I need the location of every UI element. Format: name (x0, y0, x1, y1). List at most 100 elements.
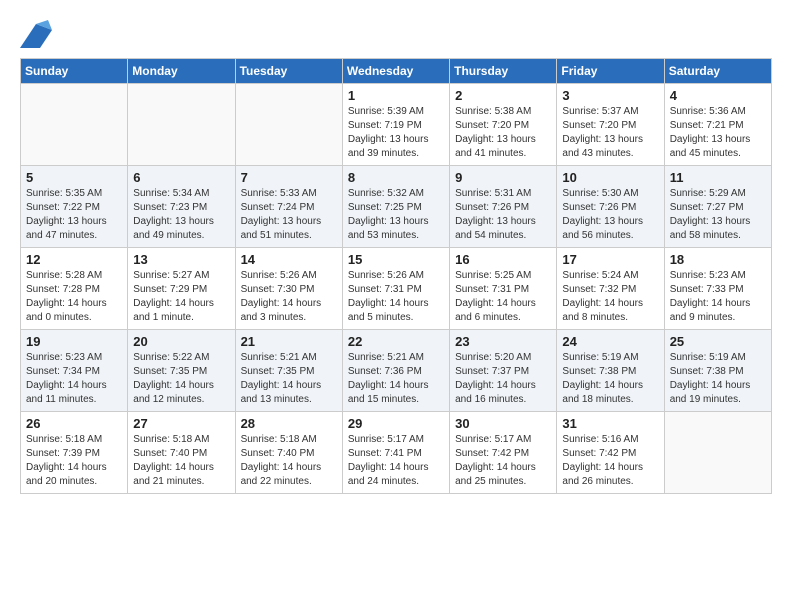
day-number: 13 (133, 252, 229, 267)
day-number: 15 (348, 252, 444, 267)
day-info: Sunrise: 5:38 AM Sunset: 7:20 PM Dayligh… (455, 105, 551, 161)
day-number: 24 (562, 334, 658, 349)
day-info: Sunrise: 5:23 AM Sunset: 7:34 PM Dayligh… (26, 351, 122, 407)
calendar-cell: 19 Sunrise: 5:23 AM Sunset: 7:34 PM Dayli… (21, 330, 128, 412)
calendar-cell: 16 Sunrise: 5:25 AM Sunset: 7:31 PM Dayli… (450, 248, 557, 330)
day-info: Sunrise: 5:31 AM Sunset: 7:26 PM Dayligh… (455, 187, 551, 243)
calendar-cell: 1Sunrise: 5:39 AM Sunset: 7:19 PM Daylig… (342, 84, 449, 166)
day-info: Sunrise: 5:18 AM Sunset: 7:39 PM Dayligh… (26, 433, 122, 489)
day-number: 18 (670, 252, 766, 267)
page-header (20, 20, 772, 48)
calendar-cell: 7Sunrise: 5:33 AM Sunset: 7:24 PM Daylig… (235, 166, 342, 248)
day-header-saturday: Saturday (664, 59, 771, 84)
day-number: 26 (26, 416, 122, 431)
calendar-cell: 24 Sunrise: 5:19 AM Sunset: 7:38 PM Dayli… (557, 330, 664, 412)
day-header-sunday: Sunday (21, 59, 128, 84)
calendar-cell (235, 84, 342, 166)
calendar-cell: 17Sunrise: 5:24 AM Sunset: 7:32 PM Dayli… (557, 248, 664, 330)
day-number: 6 (133, 170, 229, 185)
calendar-cell: 15 Sunrise: 5:26 AM Sunset: 7:31 PM Dayli… (342, 248, 449, 330)
calendar-cell: 5 Sunrise: 5:35 AM Sunset: 7:22 PM Daylig… (21, 166, 128, 248)
calendar-header: SundayMondayTuesdayWednesdayThursdayFrid… (21, 59, 772, 84)
day-info: Sunrise: 5:36 AM Sunset: 7:21 PM Dayligh… (670, 105, 766, 161)
logo-icon (20, 20, 52, 48)
day-info: Sunrise: 5:35 AM Sunset: 7:22 PM Dayligh… (26, 187, 122, 243)
calendar-cell: 4 Sunrise: 5:36 AM Sunset: 7:21 PM Daylig… (664, 84, 771, 166)
day-info: Sunrise: 5:25 AM Sunset: 7:31 PM Dayligh… (455, 269, 551, 325)
day-info: Sunrise: 5:32 AM Sunset: 7:25 PM Dayligh… (348, 187, 444, 243)
day-info: Sunrise: 5:24 AM Sunset: 7:32 PM Dayligh… (562, 269, 658, 325)
calendar-cell: 25Sunrise: 5:19 AM Sunset: 7:38 PM Dayli… (664, 330, 771, 412)
day-info: Sunrise: 5:20 AM Sunset: 7:37 PM Dayligh… (455, 351, 551, 407)
calendar-cell: 29 Sunrise: 5:17 AM Sunset: 7:41 PM Dayli… (342, 412, 449, 494)
day-number: 30 (455, 416, 551, 431)
day-number: 8 (348, 170, 444, 185)
day-info: Sunrise: 5:18 AM Sunset: 7:40 PM Dayligh… (241, 433, 337, 489)
calendar-cell: 20Sunrise: 5:22 AM Sunset: 7:35 PM Dayli… (128, 330, 235, 412)
calendar-cell: 18 Sunrise: 5:23 AM Sunset: 7:33 PM Dayli… (664, 248, 771, 330)
day-info: Sunrise: 5:17 AM Sunset: 7:42 PM Dayligh… (455, 433, 551, 489)
day-info: Sunrise: 5:33 AM Sunset: 7:24 PM Dayligh… (241, 187, 337, 243)
calendar-cell: 12 Sunrise: 5:28 AM Sunset: 7:28 PM Dayli… (21, 248, 128, 330)
calendar-cell: 3 Sunrise: 5:37 AM Sunset: 7:20 PM Daylig… (557, 84, 664, 166)
day-number: 12 (26, 252, 122, 267)
day-number: 28 (241, 416, 337, 431)
day-number: 10 (562, 170, 658, 185)
day-number: 16 (455, 252, 551, 267)
week-row-1: 1Sunrise: 5:39 AM Sunset: 7:19 PM Daylig… (21, 84, 772, 166)
day-info: Sunrise: 5:19 AM Sunset: 7:38 PM Dayligh… (562, 351, 658, 407)
calendar-cell: 11Sunrise: 5:29 AM Sunset: 7:27 PM Dayli… (664, 166, 771, 248)
day-info: Sunrise: 5:23 AM Sunset: 7:33 PM Dayligh… (670, 269, 766, 325)
calendar-cell: 2Sunrise: 5:38 AM Sunset: 7:20 PM Daylig… (450, 84, 557, 166)
day-info: Sunrise: 5:37 AM Sunset: 7:20 PM Dayligh… (562, 105, 658, 161)
day-info: Sunrise: 5:30 AM Sunset: 7:26 PM Dayligh… (562, 187, 658, 243)
day-header-friday: Friday (557, 59, 664, 84)
day-number: 5 (26, 170, 122, 185)
week-row-4: 19 Sunrise: 5:23 AM Sunset: 7:34 PM Dayli… (21, 330, 772, 412)
week-row-2: 5 Sunrise: 5:35 AM Sunset: 7:22 PM Daylig… (21, 166, 772, 248)
day-info: Sunrise: 5:18 AM Sunset: 7:40 PM Dayligh… (133, 433, 229, 489)
calendar-cell: 27 Sunrise: 5:18 AM Sunset: 7:40 PM Dayli… (128, 412, 235, 494)
day-info: Sunrise: 5:21 AM Sunset: 7:35 PM Dayligh… (241, 351, 337, 407)
calendar-cell: 13 Sunrise: 5:27 AM Sunset: 7:29 PM Dayli… (128, 248, 235, 330)
calendar-cell: 8 Sunrise: 5:32 AM Sunset: 7:25 PM Daylig… (342, 166, 449, 248)
day-number: 3 (562, 88, 658, 103)
week-row-5: 26 Sunrise: 5:18 AM Sunset: 7:39 PM Dayli… (21, 412, 772, 494)
calendar-cell: 9 Sunrise: 5:31 AM Sunset: 7:26 PM Daylig… (450, 166, 557, 248)
day-number: 11 (670, 170, 766, 185)
day-number: 4 (670, 88, 766, 103)
logo (20, 20, 58, 48)
day-info: Sunrise: 5:26 AM Sunset: 7:31 PM Dayligh… (348, 269, 444, 325)
day-info: Sunrise: 5:21 AM Sunset: 7:36 PM Dayligh… (348, 351, 444, 407)
calendar-cell: 28 Sunrise: 5:18 AM Sunset: 7:40 PM Dayli… (235, 412, 342, 494)
calendar-cell: 10 Sunrise: 5:30 AM Sunset: 7:26 PM Dayli… (557, 166, 664, 248)
day-number: 20 (133, 334, 229, 349)
day-info: Sunrise: 5:27 AM Sunset: 7:29 PM Dayligh… (133, 269, 229, 325)
day-number: 23 (455, 334, 551, 349)
day-number: 19 (26, 334, 122, 349)
calendar-cell: 22 Sunrise: 5:21 AM Sunset: 7:36 PM Dayli… (342, 330, 449, 412)
day-number: 21 (241, 334, 337, 349)
week-row-3: 12 Sunrise: 5:28 AM Sunset: 7:28 PM Dayli… (21, 248, 772, 330)
calendar-table: SundayMondayTuesdayWednesdayThursdayFrid… (20, 58, 772, 494)
day-number: 25 (670, 334, 766, 349)
day-info: Sunrise: 5:16 AM Sunset: 7:42 PM Dayligh… (562, 433, 658, 489)
day-info: Sunrise: 5:39 AM Sunset: 7:19 PM Dayligh… (348, 105, 444, 161)
calendar-cell: 23 Sunrise: 5:20 AM Sunset: 7:37 PM Dayli… (450, 330, 557, 412)
calendar-cell (21, 84, 128, 166)
day-number: 29 (348, 416, 444, 431)
day-number: 9 (455, 170, 551, 185)
calendar-cell: 6 Sunrise: 5:34 AM Sunset: 7:23 PM Daylig… (128, 166, 235, 248)
calendar-cell: 21 Sunrise: 5:21 AM Sunset: 7:35 PM Dayli… (235, 330, 342, 412)
calendar-cell: 26 Sunrise: 5:18 AM Sunset: 7:39 PM Dayli… (21, 412, 128, 494)
day-info: Sunrise: 5:28 AM Sunset: 7:28 PM Dayligh… (26, 269, 122, 325)
day-number: 22 (348, 334, 444, 349)
calendar-cell (128, 84, 235, 166)
day-header-thursday: Thursday (450, 59, 557, 84)
calendar-cell: 14Sunrise: 5:26 AM Sunset: 7:30 PM Dayli… (235, 248, 342, 330)
day-info: Sunrise: 5:17 AM Sunset: 7:41 PM Dayligh… (348, 433, 444, 489)
day-number: 27 (133, 416, 229, 431)
day-info: Sunrise: 5:34 AM Sunset: 7:23 PM Dayligh… (133, 187, 229, 243)
day-header-monday: Monday (128, 59, 235, 84)
calendar-cell: 30 Sunrise: 5:17 AM Sunset: 7:42 PM Dayli… (450, 412, 557, 494)
